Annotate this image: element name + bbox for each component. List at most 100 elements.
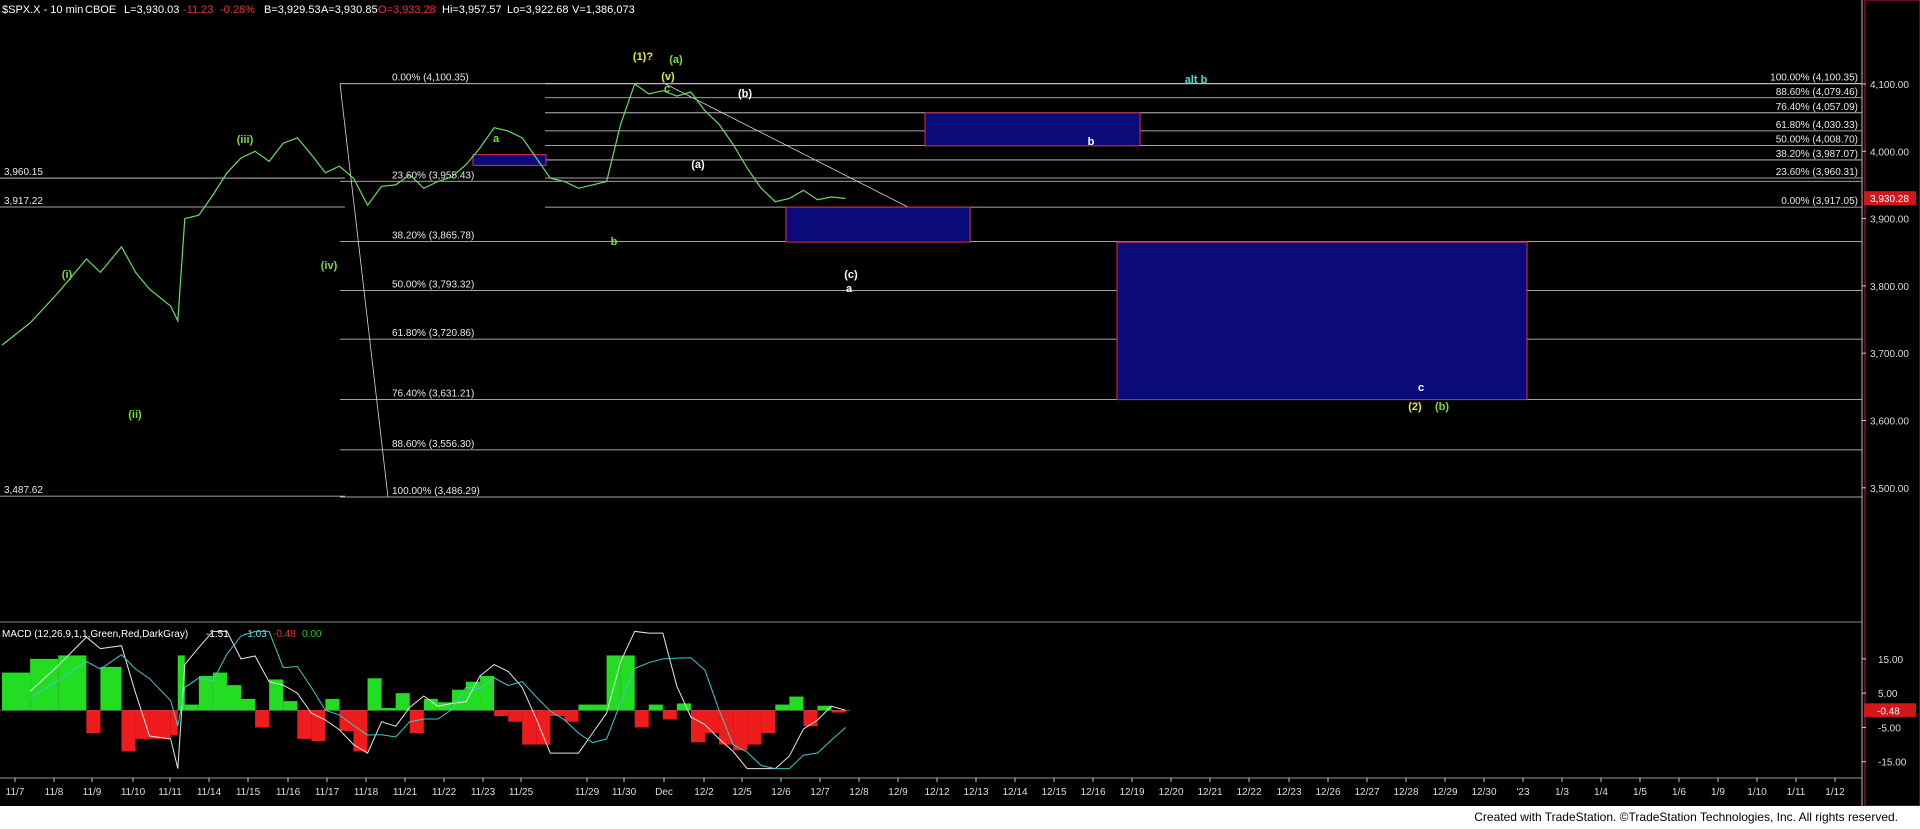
- level-label-left: 3,917.22: [4, 196, 43, 207]
- macd-hist-bar: [831, 710, 846, 713]
- macd-hist-bar: [226, 685, 242, 711]
- x-tick-label: 11/11: [158, 787, 182, 798]
- macd-hist-bar: [255, 710, 270, 728]
- x-tick-label: 12/23: [1276, 787, 1301, 798]
- fib-label-left: 88.60% (3,556.30): [392, 439, 474, 450]
- macd-hist-bar: [761, 710, 776, 734]
- wave-label: (1)?: [633, 51, 653, 63]
- x-tick-label: 11/15: [236, 787, 261, 798]
- fib-label-left: 23.60% (3,955.43): [392, 170, 474, 181]
- x-tick-label: 12/15: [1041, 787, 1066, 798]
- macd-hist-bar: [184, 704, 199, 711]
- macd-hist-bar: [465, 681, 481, 711]
- footer-text: Created with TradeStation. ©TradeStation…: [1474, 810, 1898, 824]
- x-tick-label: 1/5: [1633, 787, 1647, 798]
- macd-hist-bar: [648, 704, 663, 711]
- macd-y-tick-label: 15.00: [1878, 655, 1903, 666]
- macd-hist-bar: [269, 679, 284, 711]
- wave-label: a: [846, 283, 853, 295]
- wave-label: alt b: [1185, 74, 1208, 86]
- macd-y-tick-label: 5.00: [1878, 689, 1898, 700]
- x-tick-label: 11/16: [276, 787, 301, 798]
- x-tick-label: 12/22: [1236, 787, 1261, 798]
- chart-header: $SPX.X - 10 min CBOE L=3,930.03 -11.23 -…: [2, 4, 635, 16]
- x-tick-label: 12/16: [1080, 787, 1105, 798]
- macd-hist-bar: [803, 710, 818, 727]
- chart-canvas: 100.00% (4,100.35) 88.60% (4,079.46) 76.40…: [0, 0, 1920, 806]
- macd-hist-bar: [241, 698, 256, 711]
- macd-readout: -1.03: [244, 629, 267, 640]
- macd-hist-bar: [325, 698, 340, 711]
- x-tick-label: 11/21: [393, 787, 418, 798]
- x-tick-label: 12/8: [849, 787, 869, 798]
- bid-price: B=3,929.53: [264, 4, 321, 16]
- macd-hist-bar: [676, 703, 691, 711]
- macd-hist-bar: [578, 704, 593, 711]
- symbol-label: $SPX.X - 10 min: [2, 4, 83, 16]
- x-tick-label: 11/8: [45, 787, 64, 798]
- macd-last-tag-label: -0.48: [1877, 706, 1900, 717]
- x-tick-label: 1/9: [1711, 787, 1725, 798]
- fib-label-right: 88.60% (4,079.46): [1776, 87, 1858, 98]
- macd-hist-bar: [86, 710, 101, 734]
- macd-hist-bar: [2, 672, 31, 711]
- wave-label: c: [664, 83, 670, 95]
- macd-hist-bar: [297, 710, 312, 739]
- footer-bar: Created with TradeStation. ©TradeStation…: [0, 806, 1920, 829]
- y-tick-label: 3,900.00: [1870, 215, 1909, 226]
- macd-hist-bar: [30, 658, 59, 711]
- wave-label: (iv): [321, 260, 338, 272]
- macd-hist-bar: [747, 710, 762, 745]
- macd-hist-bar: [121, 710, 136, 752]
- x-tick-label: 11/7: [6, 787, 25, 798]
- x-tick-label: 11/22: [432, 787, 457, 798]
- macd-hist-bar: [775, 704, 790, 711]
- macd-hist-bar: [198, 676, 213, 711]
- x-tick-label: 12/5: [732, 787, 752, 798]
- macd-title: MACD (12,26,9,1,1,Green,Red,DarkGray): [2, 629, 188, 640]
- macd-hist-bar: [283, 701, 298, 711]
- x-tick-label: 11/25: [509, 787, 534, 798]
- wave-label: c: [1418, 382, 1424, 394]
- fib-label-left: 76.40% (3,631.21): [392, 388, 474, 399]
- low-price: Lo=3,922.68: [507, 4, 568, 16]
- macd-readout: 0.00: [302, 629, 322, 640]
- wave-label: (b): [1435, 401, 1449, 413]
- fib-label-right: 50.00% (4,008.70): [1776, 134, 1858, 145]
- target-box: [1116, 241, 1528, 401]
- macd-hist-bar: [353, 710, 368, 752]
- macd-hist-bar: [494, 710, 509, 716]
- wave-label: (ii): [128, 409, 142, 421]
- macd-hist-bar: [606, 655, 621, 711]
- fib-label-right: 61.80% (4,030.33): [1776, 120, 1858, 131]
- x-tick-label: 1/10: [1747, 787, 1767, 798]
- fib-label-left: 100.00% (3,486.29): [392, 486, 480, 497]
- fib-label-left: 61.80% (3,720.86): [392, 328, 474, 339]
- macd-hist-bar: [733, 710, 748, 751]
- x-tick-label: 12/20: [1158, 787, 1183, 798]
- macd-readout: -1.51: [206, 629, 229, 640]
- macd-hist-bar: [690, 710, 705, 743]
- x-tick-label: 1/11: [1787, 787, 1806, 798]
- x-tick-label: 12/21: [1197, 787, 1222, 798]
- wave-label: (a): [669, 54, 683, 66]
- x-tick-label: 11/29: [575, 787, 600, 798]
- macd-hist-bar: [149, 710, 171, 739]
- macd-hist-bar: [212, 672, 227, 711]
- x-tick-label: 12/28: [1393, 787, 1418, 798]
- x-tick-label: 11/18: [354, 787, 379, 798]
- macd-hist-bar: [522, 710, 537, 745]
- x-tick-label: 12/19: [1119, 787, 1144, 798]
- wave-label: b: [1088, 136, 1095, 148]
- macd-hist-bar: [451, 689, 466, 711]
- exchange-label: CBOE: [85, 4, 116, 16]
- fib-label-right: 76.40% (4,057.09): [1776, 102, 1858, 113]
- y-tick-label: 4,100.00: [1870, 80, 1909, 91]
- macd-hist-bar: [592, 704, 607, 711]
- x-tick-label: 11/30: [612, 787, 637, 798]
- macd-hist-bar: [508, 710, 523, 722]
- x-tick-label: 11/10: [121, 787, 146, 798]
- x-tick-label: 12/29: [1432, 787, 1457, 798]
- fib-label-left: 50.00% (3,793.32): [392, 279, 474, 290]
- x-tick-label: 11/17: [315, 787, 340, 798]
